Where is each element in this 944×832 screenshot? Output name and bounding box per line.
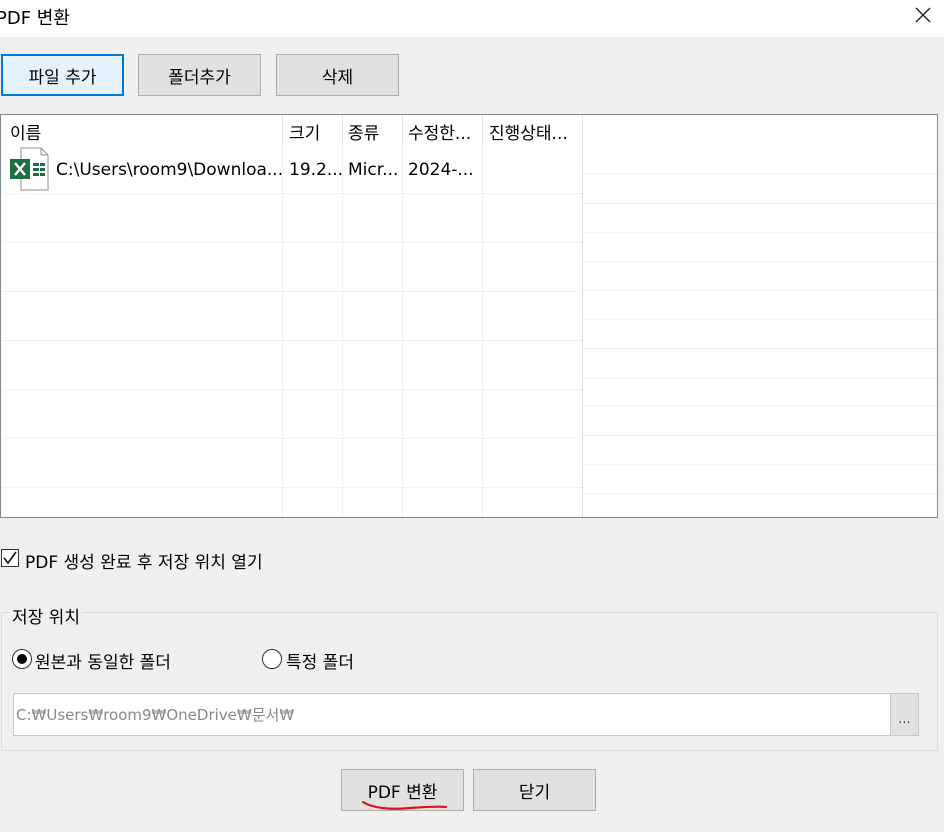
column-divider[interactable] xyxy=(342,115,343,145)
grid-line xyxy=(282,145,283,517)
column-divider[interactable] xyxy=(402,115,403,145)
close-icon[interactable] xyxy=(910,2,936,28)
file-modified-cell: 2024-... xyxy=(408,160,474,180)
grid-line xyxy=(1,242,582,243)
window-title: PDF 변환 xyxy=(0,8,70,29)
grid-line xyxy=(583,290,937,291)
grid-line xyxy=(482,145,483,517)
column-divider[interactable] xyxy=(482,115,483,145)
grid-line xyxy=(583,464,937,465)
grid-line xyxy=(583,377,937,378)
grid-line xyxy=(583,493,937,494)
column-header-name[interactable]: 이름 xyxy=(10,119,41,144)
grid-line xyxy=(583,348,937,349)
grid-line xyxy=(583,232,937,233)
column-header-size[interactable]: 크기 xyxy=(289,119,320,144)
column-header-status[interactable]: 진행상태... xyxy=(489,119,568,144)
file-type-cell: Micr... xyxy=(348,160,399,180)
grid-line xyxy=(1,340,582,341)
delete-button[interactable]: 삭제 xyxy=(276,54,399,96)
excel-file-icon xyxy=(9,147,49,191)
open-after-label[interactable]: PDF 생성 완료 후 저장 위치 열기 xyxy=(25,548,263,573)
column-header-modified[interactable]: 수정한... xyxy=(408,119,471,144)
grid-line xyxy=(342,145,343,517)
close-button[interactable]: 닫기 xyxy=(473,769,596,811)
add-folder-button[interactable]: 폴더추가 xyxy=(138,54,261,96)
file-name-cell: C:\Users\room9\Downloa... xyxy=(56,160,284,180)
grid-line xyxy=(583,319,937,320)
same-folder-radio[interactable] xyxy=(12,649,32,669)
grid-line xyxy=(583,261,937,262)
grid-line xyxy=(583,203,937,204)
file-list[interactable]: 이름 크기 종류 수정한... 진행상태... C:\Users\room9\D… xyxy=(0,114,938,518)
grid-line xyxy=(1,291,582,292)
add-file-button[interactable]: 파일 추가 xyxy=(1,54,124,96)
radio-selected-dot xyxy=(17,654,27,664)
grid-line xyxy=(583,174,937,175)
grid-line xyxy=(582,145,583,517)
browse-button[interactable]: ... xyxy=(890,694,918,735)
column-header-type[interactable]: 종류 xyxy=(348,119,379,144)
save-path-text: C:₩Users₩room9₩OneDrive₩문서₩ xyxy=(16,706,295,724)
save-path-field[interactable]: C:₩Users₩room9₩OneDrive₩문서₩ ... xyxy=(13,693,919,736)
checkmark-icon xyxy=(3,551,17,565)
grid-line xyxy=(1,438,582,439)
annotation-underline xyxy=(360,796,450,820)
same-folder-label[interactable]: 원본과 동일한 폴더 xyxy=(35,648,171,673)
column-divider[interactable] xyxy=(582,115,583,145)
specific-folder-label[interactable]: 특정 폴더 xyxy=(286,648,354,673)
grid-line xyxy=(1,487,582,488)
file-size-cell: 19.2... xyxy=(289,160,344,180)
open-after-checkbox[interactable] xyxy=(1,549,19,567)
title-bar: PDF 변환 xyxy=(0,0,944,37)
save-location-title: 저장 위치 xyxy=(10,603,82,628)
specific-folder-radio[interactable] xyxy=(262,649,282,669)
grid-line xyxy=(402,145,403,517)
grid-line xyxy=(1,389,582,390)
grid-line xyxy=(583,435,937,436)
grid-line xyxy=(583,406,937,407)
grid-line xyxy=(1,193,582,194)
column-divider[interactable] xyxy=(282,115,283,145)
